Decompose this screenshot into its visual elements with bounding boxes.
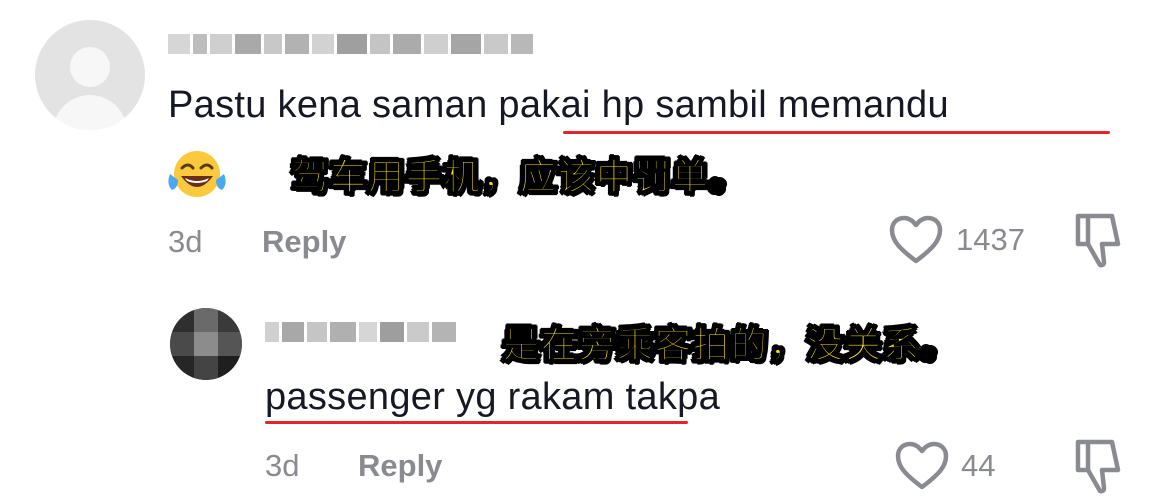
reply-text: passenger yg rakam takpa: [265, 376, 720, 419]
reply-text-plain: takpa: [614, 376, 721, 418]
reply-button[interactable]: Reply: [262, 224, 346, 260]
heart-icon[interactable]: [894, 440, 950, 492]
like-count: 1437: [956, 222, 1025, 257]
comment-text: Pastu kena saman pakai hp sambil memandu: [168, 84, 949, 127]
username-blurred[interactable]: [168, 30, 533, 58]
comment-age: 3d: [265, 448, 300, 483]
avatar[interactable]: [170, 308, 242, 380]
face-with-tears-of-joy-icon: [168, 151, 226, 197]
avatar[interactable]: [35, 20, 145, 130]
avatar-placeholder-head: [70, 47, 110, 87]
username-blurred[interactable]: [265, 318, 456, 346]
avatar-placeholder-body: [53, 95, 127, 130]
comment-text-underlined: pakai hp sambil memandu: [498, 84, 949, 126]
reply-text-underlined: passenger yg rakam: [265, 376, 615, 418]
translation-annotation: 驾车用手机，应该中罚单。: [291, 157, 749, 199]
heart-icon[interactable]: [888, 214, 944, 266]
like-count: 44: [961, 448, 996, 483]
dislike-icon[interactable]: [1072, 436, 1126, 496]
dislike-icon[interactable]: [1072, 210, 1126, 270]
comment-age: 3d: [168, 224, 203, 259]
red-underline: [563, 131, 1110, 134]
comment-text-plain: Pastu kena saman: [168, 84, 499, 126]
red-underline: [265, 421, 688, 424]
reply-button[interactable]: Reply: [358, 448, 442, 484]
translation-annotation: 是在旁乘客拍的，没关系。: [502, 325, 960, 367]
